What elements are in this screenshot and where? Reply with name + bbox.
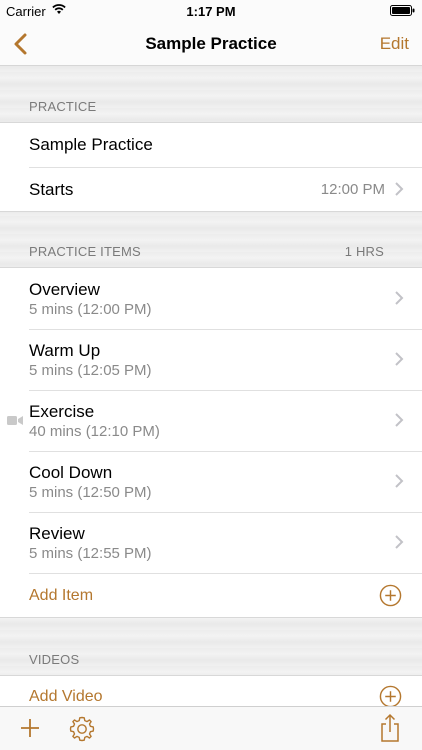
starts-row[interactable]: Starts 12:00 PM <box>0 167 422 211</box>
chevron-right-icon <box>395 474 404 488</box>
practice-name-row[interactable]: Sample Practice <box>0 123 422 167</box>
item-title: Overview <box>29 280 100 299</box>
practice-name: Sample Practice <box>29 135 153 154</box>
screen: Carrier 1:17 PM Sample Practice Edit PRA… <box>0 0 422 750</box>
plus-icon[interactable] <box>19 717 41 739</box>
bottom-toolbar <box>0 706 422 750</box>
item-title: Review <box>29 524 85 543</box>
item-detail: 5 mins (12:05 PM) <box>29 362 152 379</box>
item-detail: 5 mins (12:00 PM) <box>29 301 152 318</box>
practice-header-label: PRACTICE <box>29 99 97 114</box>
chevron-right-icon <box>395 291 404 305</box>
starts-value: 12:00 PM <box>320 181 385 198</box>
list-item[interactable]: Exercise 40 mins (12:10 PM) <box>0 390 422 451</box>
starts-label: Starts <box>29 180 74 199</box>
add-video-button[interactable]: Add Video <box>29 688 103 706</box>
battery-icon <box>390 5 415 16</box>
status-bar: Carrier 1:17 PM <box>0 0 422 22</box>
add-circle-icon[interactable] <box>379 685 402 708</box>
chevron-right-icon <box>395 182 404 196</box>
navigation-bar: Sample Practice Edit <box>0 22 422 66</box>
item-detail: 5 mins (12:55 PM) <box>29 545 152 562</box>
edit-button[interactable]: Edit <box>380 34 409 54</box>
chevron-right-icon <box>395 535 404 549</box>
item-title: Cool Down <box>29 463 113 482</box>
item-title: Warm Up <box>29 341 101 360</box>
add-item-row[interactable]: Add Item <box>0 573 422 617</box>
item-title: Exercise <box>29 402 95 421</box>
video-camera-icon <box>7 416 23 425</box>
list-item[interactable]: Overview 5 mins (12:00 PM) <box>0 268 422 329</box>
share-icon[interactable] <box>379 713 401 743</box>
list-item[interactable]: Cool Down 5 mins (12:50 PM) <box>0 451 422 512</box>
status-time: 1:17 PM <box>186 4 236 19</box>
chevron-right-icon <box>395 413 404 427</box>
add-item-button[interactable]: Add Item <box>29 587 93 605</box>
list-item[interactable]: Review 5 mins (12:55 PM) <box>0 512 422 573</box>
item-detail: 5 mins (12:50 PM) <box>29 484 152 501</box>
list-item[interactable]: Warm Up 5 mins (12:05 PM) <box>0 329 422 390</box>
page-title: Sample Practice <box>145 34 277 53</box>
item-detail: 40 mins (12:10 PM) <box>29 423 160 440</box>
videos-header-label: VIDEOS <box>29 652 80 667</box>
add-circle-icon[interactable] <box>379 584 402 607</box>
chevron-right-icon <box>395 352 404 366</box>
practice-group: Sample Practice Starts 12:00 PM <box>0 122 422 212</box>
practice-items-group: Overview 5 mins (12:00 PM) Warm Up 5 min… <box>0 267 422 618</box>
practice-items-header-label: PRACTICE ITEMS <box>29 244 141 259</box>
practice-items-total: 1 HRS <box>344 244 384 259</box>
gear-icon[interactable] <box>68 715 96 743</box>
